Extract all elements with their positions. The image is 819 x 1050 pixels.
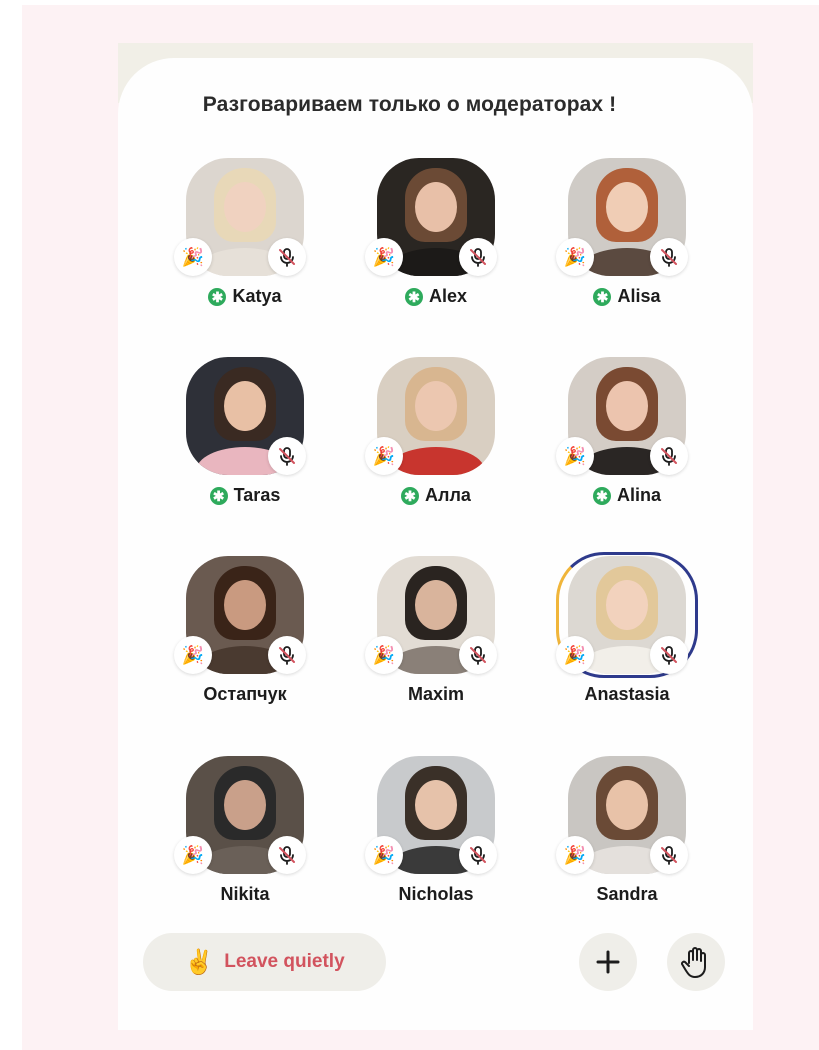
moderator-badge-icon: ✱: [401, 486, 420, 505]
speaker-tile[interactable]: 🎉 Остапчук: [170, 556, 320, 726]
mic-muted-icon: [650, 437, 688, 475]
speaker-tile[interactable]: 🎉 Nikita: [170, 756, 320, 926]
victory-hand-icon: ✌: [184, 948, 215, 976]
moderator-badge-icon: ✱: [208, 287, 227, 306]
speaker-name-row: Maxim: [361, 684, 511, 705]
mic-muted-icon: [650, 238, 688, 276]
mic-muted-icon: [459, 238, 497, 276]
party-popper-icon: 🎉: [556, 437, 594, 475]
mic-muted-icon: [459, 636, 497, 674]
speaker-name: Anastasia: [584, 684, 670, 704]
raise-hand-button[interactable]: [667, 933, 725, 991]
party-popper-icon: 🎉: [556, 636, 594, 674]
mic-muted-icon: [459, 836, 497, 874]
mic-muted-icon: [268, 238, 306, 276]
add-button[interactable]: [579, 933, 637, 991]
mic-muted-icon: [650, 636, 688, 674]
speaker-name-row: Остапчук: [170, 684, 320, 705]
speaker-name-row: Anastasia: [552, 684, 702, 705]
speaker-name: Alex: [428, 286, 468, 306]
mic-muted-icon: [268, 437, 306, 475]
speaker-tile[interactable]: 🎉 Anastasia: [552, 552, 702, 726]
speaker-name: Katya: [232, 286, 282, 306]
moderator-badge-icon: ✱: [404, 287, 423, 306]
speaker-tile[interactable]: ✱ Taras: [170, 357, 320, 527]
party-popper-icon: 🎉: [365, 636, 403, 674]
speaker-name-row: ✱ Katya: [170, 286, 320, 307]
speaker-tile[interactable]: 🎉 ✱ Alina: [552, 357, 702, 527]
speaker-name-row: ✱ Алла: [361, 485, 511, 506]
party-popper-icon: 🎉: [174, 238, 212, 276]
room-title: Разговариваем только о модераторах !: [202, 93, 617, 116]
mic-muted-icon: [268, 636, 306, 674]
speaker-name-row: Nikita: [170, 884, 320, 905]
leave-quietly-label: Leave quietly: [224, 951, 345, 972]
party-popper-icon: 🎉: [365, 437, 403, 475]
speaker-name: Остапчук: [203, 684, 287, 704]
speaker-name-row: ✱ Taras: [170, 485, 320, 506]
speaker-tile[interactable]: 🎉 ✱ Alisa: [552, 158, 702, 328]
raised-hand-icon: [681, 947, 706, 978]
speaker-name: Алла: [425, 485, 471, 505]
speaker-name: Nikita: [220, 884, 270, 904]
moderator-badge-icon: ✱: [209, 486, 228, 505]
speaker-tile[interactable]: 🎉 ✱ Алла: [361, 357, 511, 527]
speaker-name: Taras: [233, 485, 281, 505]
speaker-name-row: ✱ Alex: [361, 286, 511, 307]
party-popper-icon: 🎉: [174, 836, 212, 874]
speaker-name-row: Nicholas: [361, 884, 511, 905]
speaker-name: Alina: [616, 485, 661, 505]
mic-muted-icon: [650, 836, 688, 874]
plus-icon: [596, 950, 620, 974]
party-popper-icon: 🎉: [556, 238, 594, 276]
speaker-tile[interactable]: 🎉 Maxim: [361, 556, 511, 726]
leave-quietly-button[interactable]: ✌ Leave quietly: [143, 933, 386, 991]
speaker-name: Nicholas: [398, 884, 474, 904]
speaker-name-row: ✱ Alisa: [552, 286, 702, 307]
speaker-name: Alisa: [617, 286, 661, 306]
speaker-name-row: Sandra: [552, 884, 702, 905]
mic-muted-icon: [268, 836, 306, 874]
speaker-tile[interactable]: 🎉 ✱ Katya: [170, 158, 320, 328]
speaker-name: Sandra: [596, 884, 658, 904]
speaker-tile[interactable]: 🎉 Sandra: [552, 756, 702, 926]
party-popper-icon: 🎉: [365, 836, 403, 874]
party-popper-icon: 🎉: [556, 836, 594, 874]
moderator-badge-icon: ✱: [593, 287, 612, 306]
party-popper-icon: 🎉: [365, 238, 403, 276]
speaker-tile[interactable]: 🎉 Nicholas: [361, 756, 511, 926]
party-popper-icon: 🎉: [174, 636, 212, 674]
speaker-name-row: ✱ Alina: [552, 485, 702, 506]
moderator-badge-icon: ✱: [592, 486, 611, 505]
speaker-tile[interactable]: 🎉 ✱ Alex: [361, 158, 511, 328]
speaker-name: Maxim: [407, 684, 465, 704]
